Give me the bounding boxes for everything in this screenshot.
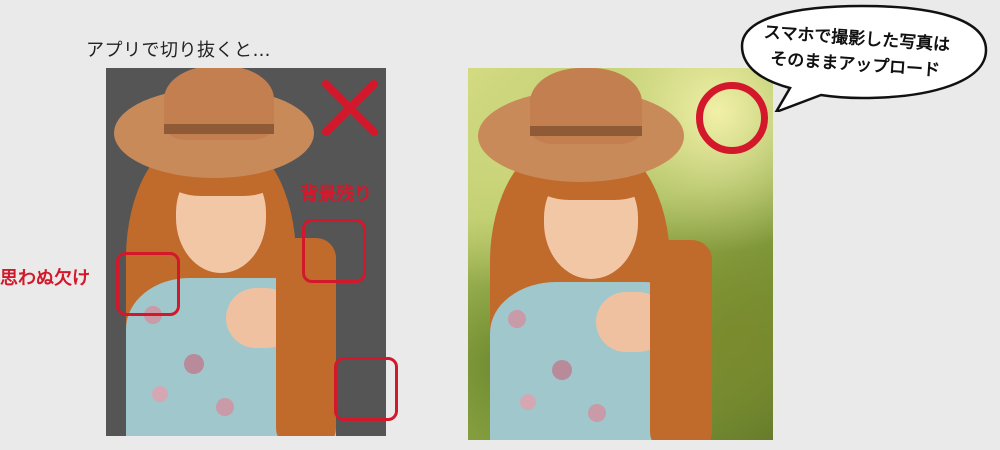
- dress-flower: [520, 394, 536, 410]
- dress-flower: [152, 386, 168, 402]
- highlight-box-hair-edge: [334, 357, 398, 421]
- highlight-box-background: [302, 219, 366, 283]
- dress-flower: [508, 310, 526, 328]
- dress-flower: [184, 354, 204, 374]
- hat-band: [164, 124, 274, 134]
- cutout-caption: アプリで切り抜くと…: [86, 40, 271, 61]
- unexpected-missing-label: 思わぬ欠け: [0, 268, 90, 289]
- dress-flower: [216, 398, 234, 416]
- highlight-box-missing: [116, 252, 180, 316]
- dress-flower: [552, 360, 572, 380]
- hat-band: [530, 126, 642, 136]
- cross-icon: [322, 80, 378, 136]
- background-remaining-label: 背景残り: [300, 184, 372, 205]
- dress-flower: [588, 404, 606, 422]
- hair-strand: [650, 240, 712, 440]
